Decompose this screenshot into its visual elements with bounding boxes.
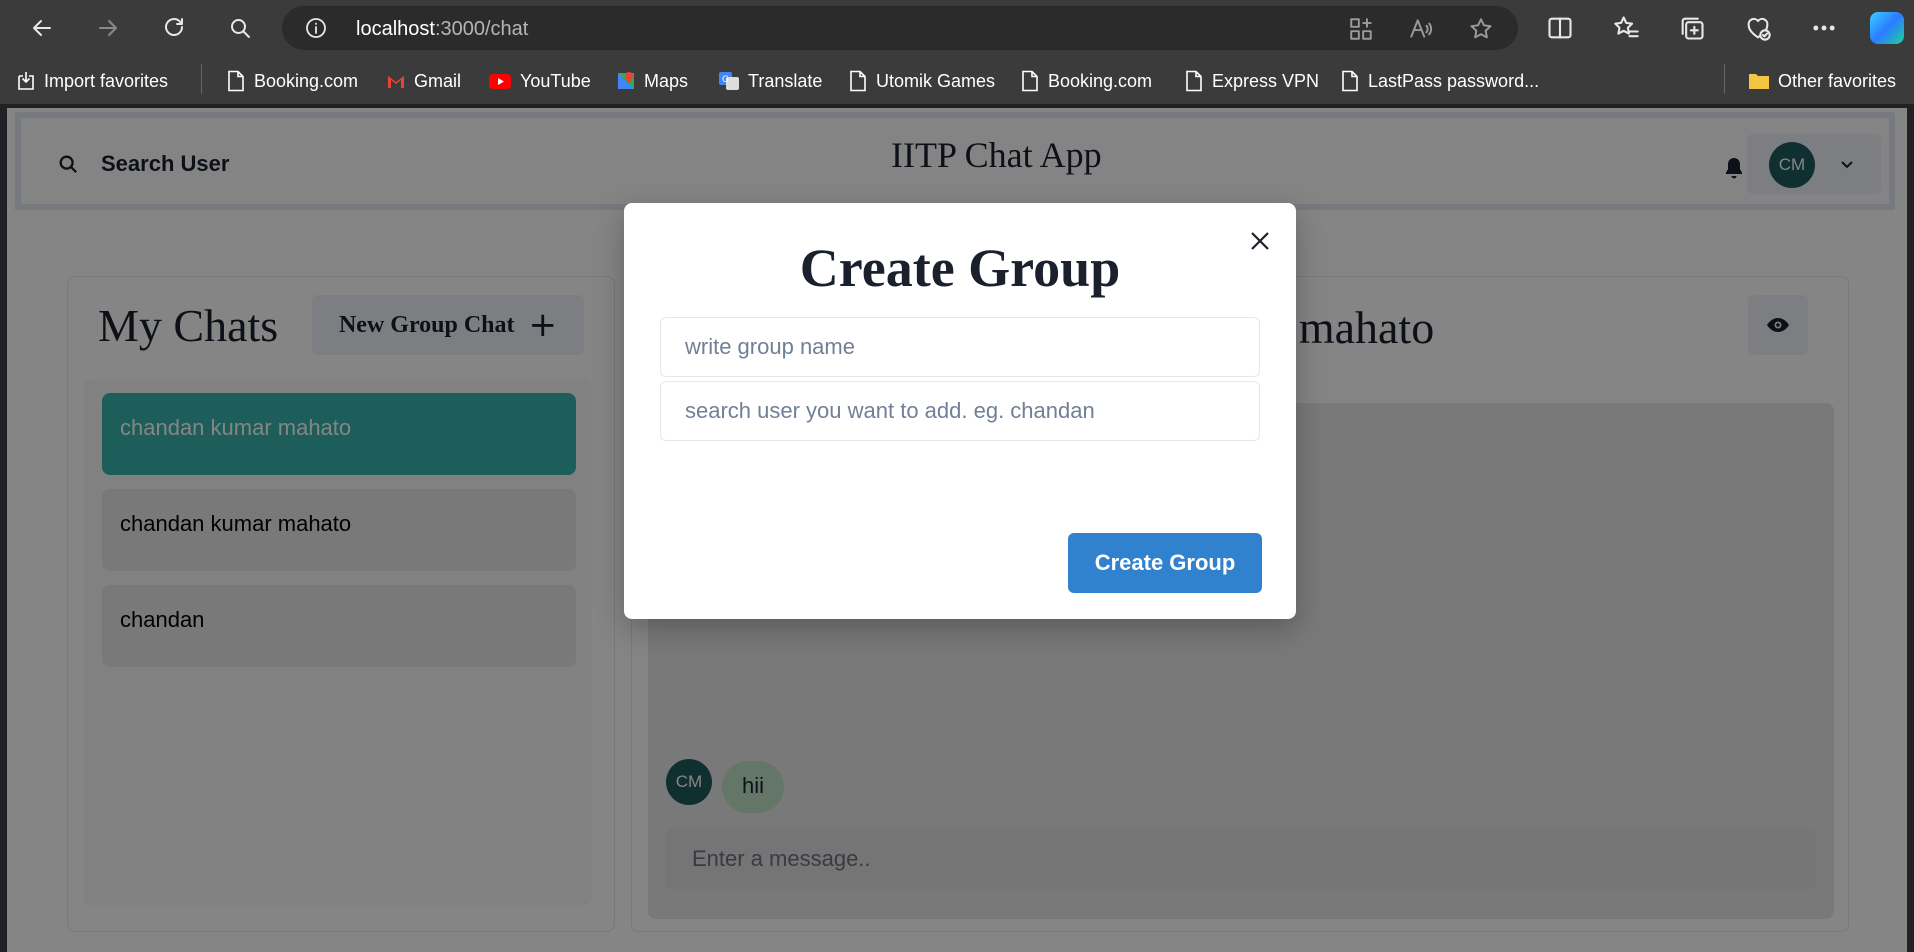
favorite-star-icon[interactable]	[1468, 16, 1494, 42]
bookmark-label: Utomik Games	[876, 70, 996, 91]
group-name-input[interactable]	[660, 317, 1260, 377]
bookmark-import-favorites[interactable]: Import favorites	[16, 68, 168, 94]
bookmark-label: Maps	[644, 70, 689, 91]
bookmark-maps[interactable]: Maps	[616, 68, 688, 94]
more-options-icon[interactable]	[1810, 14, 1838, 42]
bookmark-label: Gmail	[414, 70, 462, 91]
create-group-modal: Create Group Create Group	[624, 203, 1296, 619]
folder-icon	[1748, 70, 1770, 92]
bookmark-separator	[201, 64, 202, 94]
search-icon[interactable]	[224, 12, 256, 44]
page-viewport: Search User IITP Chat App CM My Chats Ne…	[7, 108, 1907, 952]
url-text[interactable]: localhost:3000/chat	[356, 18, 528, 41]
bookmark-label: Translate	[748, 70, 823, 91]
copilot-icon[interactable]	[1870, 12, 1904, 44]
page-icon	[1340, 70, 1360, 92]
bookmark-lastpass[interactable]: LastPass password...	[1340, 68, 1539, 94]
svg-text:G: G	[722, 75, 729, 85]
bookmark-translate[interactable]: G Translate	[718, 68, 822, 94]
bookmark-separator	[1724, 64, 1725, 94]
page-icon	[848, 70, 868, 92]
page-icon	[226, 70, 246, 92]
read-aloud-icon[interactable]	[1408, 16, 1434, 42]
import-icon	[16, 70, 36, 92]
browser-essentials-icon[interactable]	[1744, 14, 1772, 42]
browser-toolbar: localhost:3000/chat	[0, 0, 1914, 56]
add-user-search-input[interactable]	[660, 381, 1260, 441]
app-available-icon[interactable]	[1348, 16, 1374, 42]
refresh-icon[interactable]	[158, 12, 190, 44]
url-host: localhost	[356, 18, 435, 40]
translate-icon: G	[718, 70, 740, 92]
bookmark-expressvpn[interactable]: Express VPN	[1184, 68, 1319, 94]
url-path: :3000/chat	[434, 18, 529, 40]
bookmark-label: Import favorites	[44, 70, 169, 91]
bookmark-label: LastPass password...	[1368, 70, 1540, 91]
bookmarks-bar: Import favorites Booking.com Gmail YouTu…	[0, 56, 1914, 104]
page-icon	[1020, 70, 1040, 92]
back-icon[interactable]	[26, 12, 58, 44]
bookmark-label: Other favorites	[1778, 70, 1897, 91]
create-group-button[interactable]: Create Group	[1068, 533, 1262, 593]
bookmark-youtube[interactable]: YouTube	[488, 68, 591, 94]
page-icon	[1184, 70, 1204, 92]
bookmark-label: YouTube	[520, 70, 591, 91]
bookmark-label: Express VPN	[1212, 70, 1320, 91]
bookmark-other-favorites[interactable]: Other favorites	[1748, 68, 1896, 94]
favorites-icon[interactable]	[1612, 14, 1640, 42]
address-bar[interactable]: localhost:3000/chat	[282, 6, 1518, 50]
bookmark-utomik[interactable]: Utomik Games	[848, 68, 995, 94]
bookmark-gmail[interactable]: Gmail	[386, 68, 461, 94]
bookmark-booking-2[interactable]: Booking.com	[1020, 68, 1152, 94]
forward-icon[interactable]	[92, 12, 124, 44]
gmail-icon	[386, 70, 406, 92]
site-info-icon[interactable]	[304, 16, 328, 40]
bookmark-label: Booking.com	[254, 70, 359, 91]
close-icon[interactable]	[1242, 223, 1278, 259]
maps-icon	[616, 70, 636, 92]
youtube-icon	[488, 70, 512, 92]
collections-icon[interactable]	[1678, 14, 1706, 42]
split-screen-icon[interactable]	[1546, 14, 1574, 42]
bookmark-label: Booking.com	[1048, 70, 1153, 91]
bookmark-booking[interactable]: Booking.com	[226, 68, 358, 94]
modal-title: Create Group	[799, 238, 1121, 298]
